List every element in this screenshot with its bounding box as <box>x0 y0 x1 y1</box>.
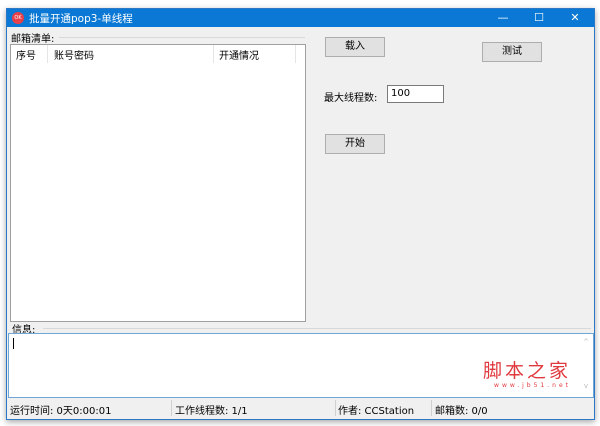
close-button[interactable]: ✕ <box>557 9 593 27</box>
group-divider <box>59 37 305 38</box>
max-threads-label: 最大线程数: <box>324 93 378 104</box>
column-header-status[interactable]: 开通情况 <box>219 47 259 62</box>
title-bar: OK 批量开通pop3-单线程 — ☐ ✕ <box>7 9 594 27</box>
scroll-down-icon[interactable]: v <box>579 382 593 390</box>
max-threads-input[interactable]: 100 <box>387 85 444 103</box>
status-author: 作者: CCStation <box>338 406 415 417</box>
test-button[interactable]: 测试 <box>482 42 542 62</box>
column-separator <box>213 45 214 63</box>
email-list-group-label: 邮箱清单: <box>11 34 55 45</box>
status-separator <box>171 400 172 416</box>
scroll-up-icon[interactable]: ^ <box>579 338 593 346</box>
watermark-logo: 脚本之家 <box>482 360 571 382</box>
minimize-button[interactable]: — <box>485 9 521 27</box>
watermark-url: www.jb51.net <box>494 382 571 389</box>
app-icon: OK <box>12 12 24 24</box>
status-threads: 工作线程数: 1/1 <box>175 406 248 417</box>
column-header-index[interactable]: 序号 <box>16 47 36 62</box>
maximize-button[interactable]: ☐ <box>521 9 557 27</box>
text-caret <box>13 338 14 349</box>
load-button[interactable]: 载入 <box>325 37 385 57</box>
window-title: 批量开通pop3-单线程 <box>29 13 133 25</box>
vertical-scrollbar[interactable]: ^ v <box>579 334 593 397</box>
email-list[interactable]: 序号 账号密码 开通情况 <box>10 44 306 322</box>
info-textarea[interactable]: 脚本之家 www.jb51.net ^ v <box>8 333 594 398</box>
status-runtime: 运行时间: 0天0:00:01 <box>10 406 112 417</box>
status-separator <box>431 400 432 416</box>
status-separator <box>335 400 336 416</box>
column-header-account[interactable]: 账号密码 <box>54 47 94 62</box>
status-bar: 运行时间: 0天0:00:01 工作线程数: 1/1 作者: CCStation… <box>7 398 594 418</box>
start-button[interactable]: 开始 <box>325 134 385 154</box>
status-mail-count: 邮箱数: 0/0 <box>435 406 488 417</box>
column-separator <box>47 45 48 63</box>
column-separator <box>295 45 296 63</box>
group-divider <box>43 328 591 329</box>
app-window: OK 批量开通pop3-单线程 — ☐ ✕ 邮箱清单: 序号 账号密码 开通情况… <box>6 8 595 420</box>
